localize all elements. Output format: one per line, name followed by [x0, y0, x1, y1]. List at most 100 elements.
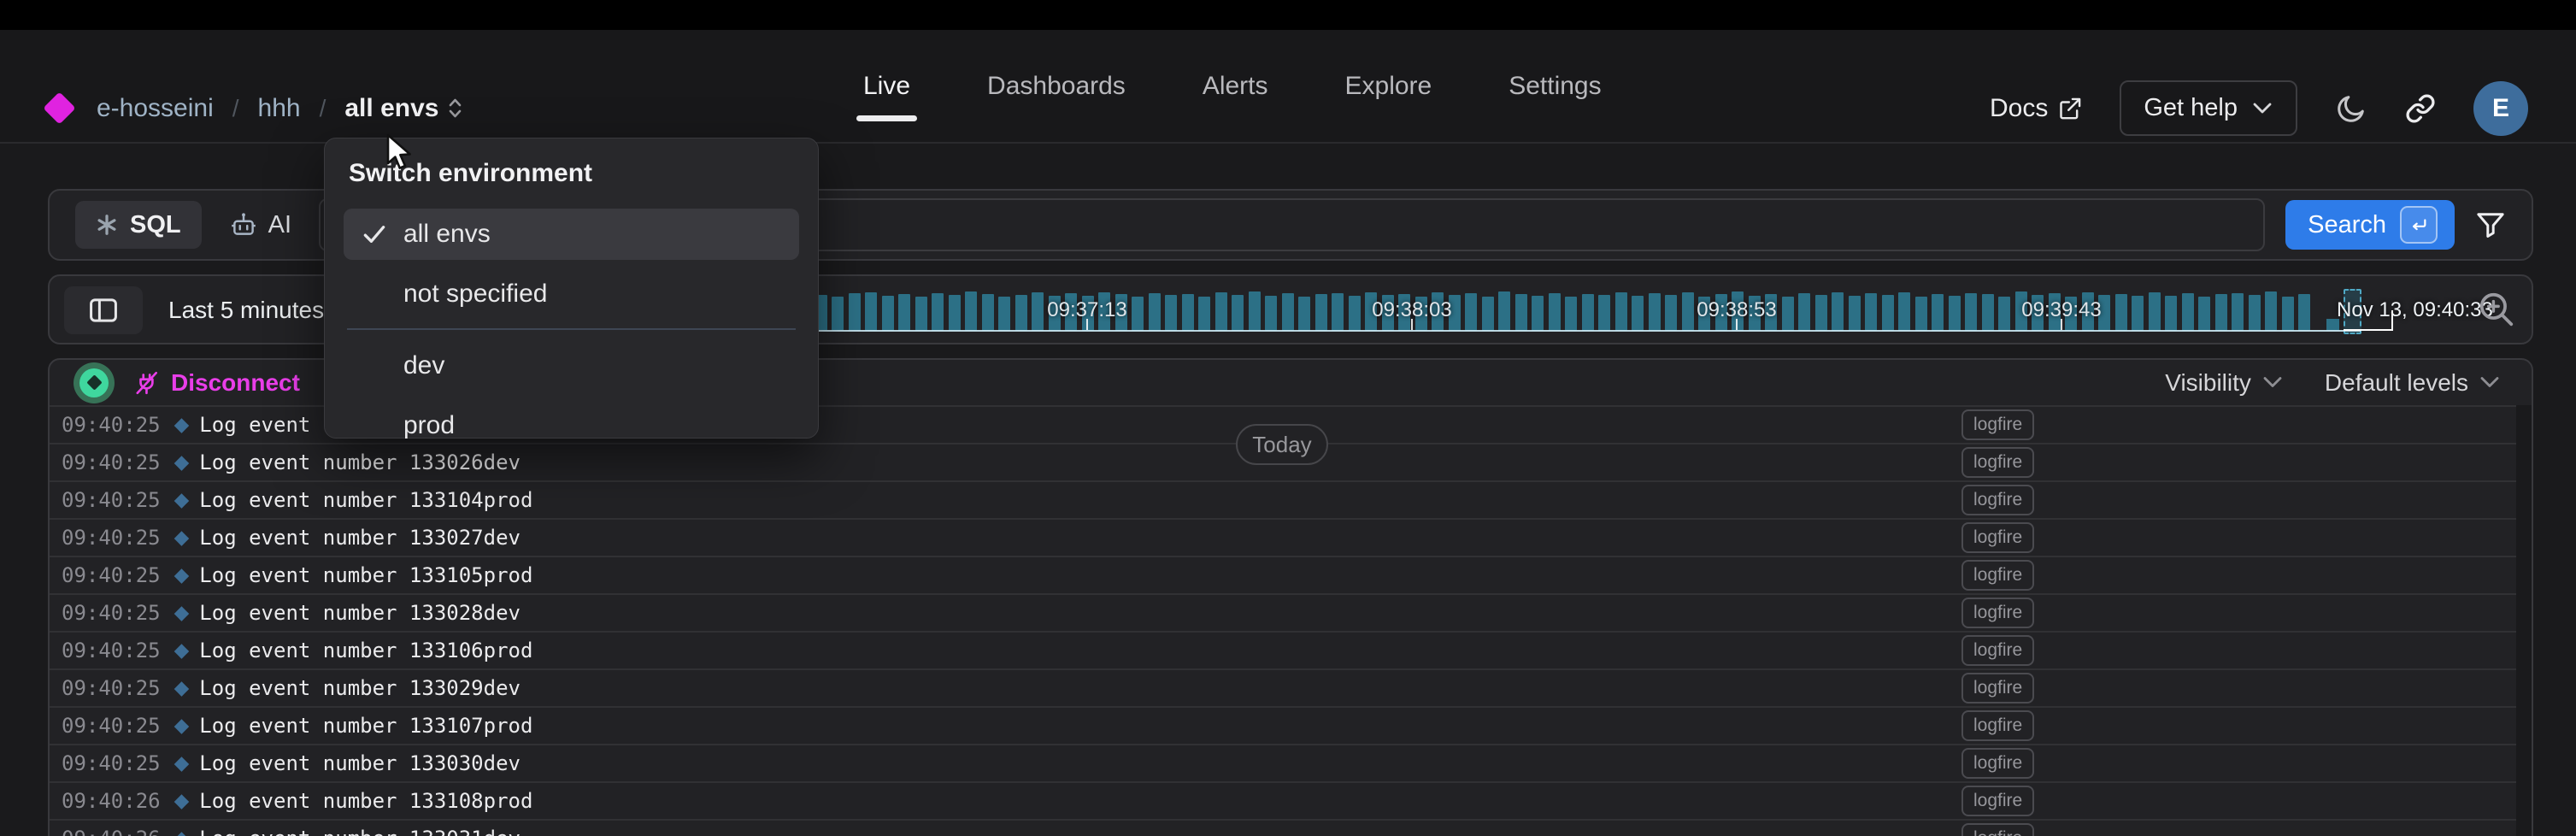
- log-row[interactable]: 09:40:25◆Log event number 133030devlogfi…: [50, 744, 2516, 781]
- log-row[interactable]: 09:40:25◆Log event number 133107prodlogf…: [50, 706, 2516, 744]
- breadcrumb-org[interactable]: e-hosseini: [97, 94, 214, 123]
- environment-switcher[interactable]: all envs: [344, 94, 463, 123]
- log-level-diamond-icon: ◆: [174, 414, 190, 436]
- asterisk-icon: [96, 214, 118, 236]
- log-scrollbar[interactable]: [2516, 405, 2532, 836]
- sidebar-toggle-button[interactable]: [64, 286, 143, 334]
- log-level-diamond-icon: ◆: [174, 489, 190, 511]
- log-message: Log event number 133030dev: [199, 751, 520, 775]
- service-badge: logfire: [1961, 673, 2034, 704]
- unplug-icon: [133, 369, 161, 397]
- log-timestamp: 09:40:25: [62, 714, 161, 738]
- histogram-bar: [1532, 296, 1544, 331]
- histogram-bar: [1282, 293, 1294, 331]
- external-link-icon: [2058, 97, 2082, 121]
- chevron-down-icon: [2479, 375, 2501, 390]
- user-avatar[interactable]: E: [2473, 81, 2528, 136]
- histogram-bar: [865, 292, 877, 331]
- zoom-in-icon[interactable]: [2477, 290, 2516, 329]
- histogram-bar: [1132, 297, 1144, 331]
- histogram-bar: [932, 293, 944, 331]
- log-message: Log event number 133028dev: [199, 601, 520, 625]
- dark-mode-moon-icon[interactable]: [2335, 92, 2367, 125]
- docs-link[interactable]: Docs: [1990, 94, 2082, 123]
- breadcrumb-separator: /: [320, 95, 326, 122]
- log-row[interactable]: 09:40:26◆Log event number 133031devlogfi…: [50, 819, 2516, 836]
- today-date-badge: Today: [1236, 424, 1328, 465]
- histogram-bar: [1798, 293, 1810, 331]
- log-row[interactable]: 09:40:25◆Log event number 133029devlogfi…: [50, 668, 2516, 706]
- histogram-bar: [1315, 294, 1327, 331]
- breadcrumb-project[interactable]: hhh: [258, 94, 301, 123]
- log-row[interactable]: 09:40:26◆Log event number 133108prodlogf…: [50, 781, 2516, 819]
- log-timestamp: 09:40:25: [62, 526, 161, 550]
- histogram-bar: [1949, 296, 1961, 331]
- log-timestamp: 09:40:25: [62, 563, 161, 587]
- log-level-diamond-icon: ◆: [174, 451, 190, 474]
- search-button-label: Search: [2308, 211, 2386, 239]
- tab-dashboards[interactable]: Dashboards: [987, 72, 1126, 101]
- histogram-bar: [1465, 293, 1477, 331]
- log-message: Log event number 133106prod: [199, 639, 532, 662]
- histogram-bar: [1332, 293, 1344, 331]
- filter-funnel-icon[interactable]: [2475, 210, 2506, 239]
- log-level-diamond-icon: ◆: [174, 677, 190, 699]
- histogram-bar: [982, 294, 994, 331]
- time-range-label: Last 5 minutes: [168, 297, 324, 324]
- disconnect-button[interactable]: Disconnect: [133, 369, 300, 397]
- log-row[interactable]: 09:40:25◆Log event number 133104prodlogf…: [50, 480, 2516, 518]
- env-option-all-envs[interactable]: all envs: [344, 209, 799, 260]
- sql-mode-button[interactable]: SQL: [75, 201, 202, 249]
- environment-options: all envs not specified dev prod: [344, 209, 799, 451]
- env-option-not-specified[interactable]: not specified: [344, 268, 799, 320]
- log-message: Log event number 133108prod: [199, 789, 532, 813]
- service-badge: logfire: [1961, 710, 2034, 741]
- histogram-bar: [1149, 293, 1161, 331]
- logfire-logo-icon[interactable]: [43, 91, 75, 124]
- log-rows: 09:40:25◆Log eventlogfire09:40:25◆Log ev…: [50, 405, 2516, 836]
- copy-link-icon[interactable]: [2405, 93, 2436, 124]
- histogram-end-timestamp: Nov 13, 09:40:33: [2337, 298, 2493, 322]
- tab-settings[interactable]: Settings: [1509, 72, 1601, 101]
- end-marker-line: [2391, 310, 2393, 331]
- log-message: Log event number 133031dev: [199, 827, 520, 836]
- env-option-dev[interactable]: dev: [344, 340, 799, 392]
- histogram-bar: [1298, 297, 1310, 331]
- env-option-label: all envs: [403, 220, 491, 249]
- tab-live[interactable]: Live: [863, 72, 910, 101]
- search-button[interactable]: Search: [2285, 200, 2455, 250]
- get-help-button[interactable]: Get help: [2120, 80, 2297, 136]
- histogram-bar: [998, 297, 1010, 331]
- histogram-bar: [1549, 293, 1561, 331]
- histogram-bar: [2165, 296, 2177, 331]
- enter-key-chip: [2400, 206, 2438, 244]
- visibility-dropdown[interactable]: Visibility: [2165, 369, 2284, 397]
- ai-mode-button[interactable]: AI: [222, 211, 298, 239]
- histogram-bar: [1349, 296, 1361, 331]
- histogram-bar: [2132, 296, 2144, 331]
- histogram-bar: [1898, 292, 1910, 331]
- env-option-prod[interactable]: prod: [344, 400, 799, 451]
- service-badge: logfire: [1961, 447, 2034, 478]
- log-row[interactable]: 09:40:25◆Log event number 133027devlogfi…: [50, 518, 2516, 556]
- live-status-indicator: [74, 362, 115, 403]
- histogram-bar: [1565, 297, 1577, 331]
- histogram-bar: [1482, 297, 1494, 331]
- service-badge: logfire: [1961, 823, 2034, 836]
- histogram-bar: [1249, 291, 1261, 331]
- histogram-bar: [2265, 291, 2277, 331]
- log-row[interactable]: 09:40:25◆Log event number 133105prodlogf…: [50, 556, 2516, 593]
- breadcrumb-separator: /: [232, 95, 239, 122]
- log-level-diamond-icon: ◆: [174, 752, 190, 774]
- env-option-label: not specified: [403, 280, 547, 309]
- log-header-controls: Visibility Default levels: [2165, 369, 2501, 397]
- logfire-app: e-hosseini / hhh / all envs Live Dashboar…: [0, 0, 2576, 836]
- histogram-bar: [1915, 297, 1927, 331]
- default-levels-dropdown[interactable]: Default levels: [2325, 369, 2501, 397]
- histogram-bar: [2282, 297, 2294, 331]
- panel-left-icon: [88, 297, 119, 323]
- log-row[interactable]: 09:40:25◆Log event number 133106prodlogf…: [50, 631, 2516, 668]
- tab-explore[interactable]: Explore: [1345, 72, 1432, 101]
- tab-alerts[interactable]: Alerts: [1203, 72, 1268, 101]
- log-row[interactable]: 09:40:25◆Log event number 133028devlogfi…: [50, 593, 2516, 631]
